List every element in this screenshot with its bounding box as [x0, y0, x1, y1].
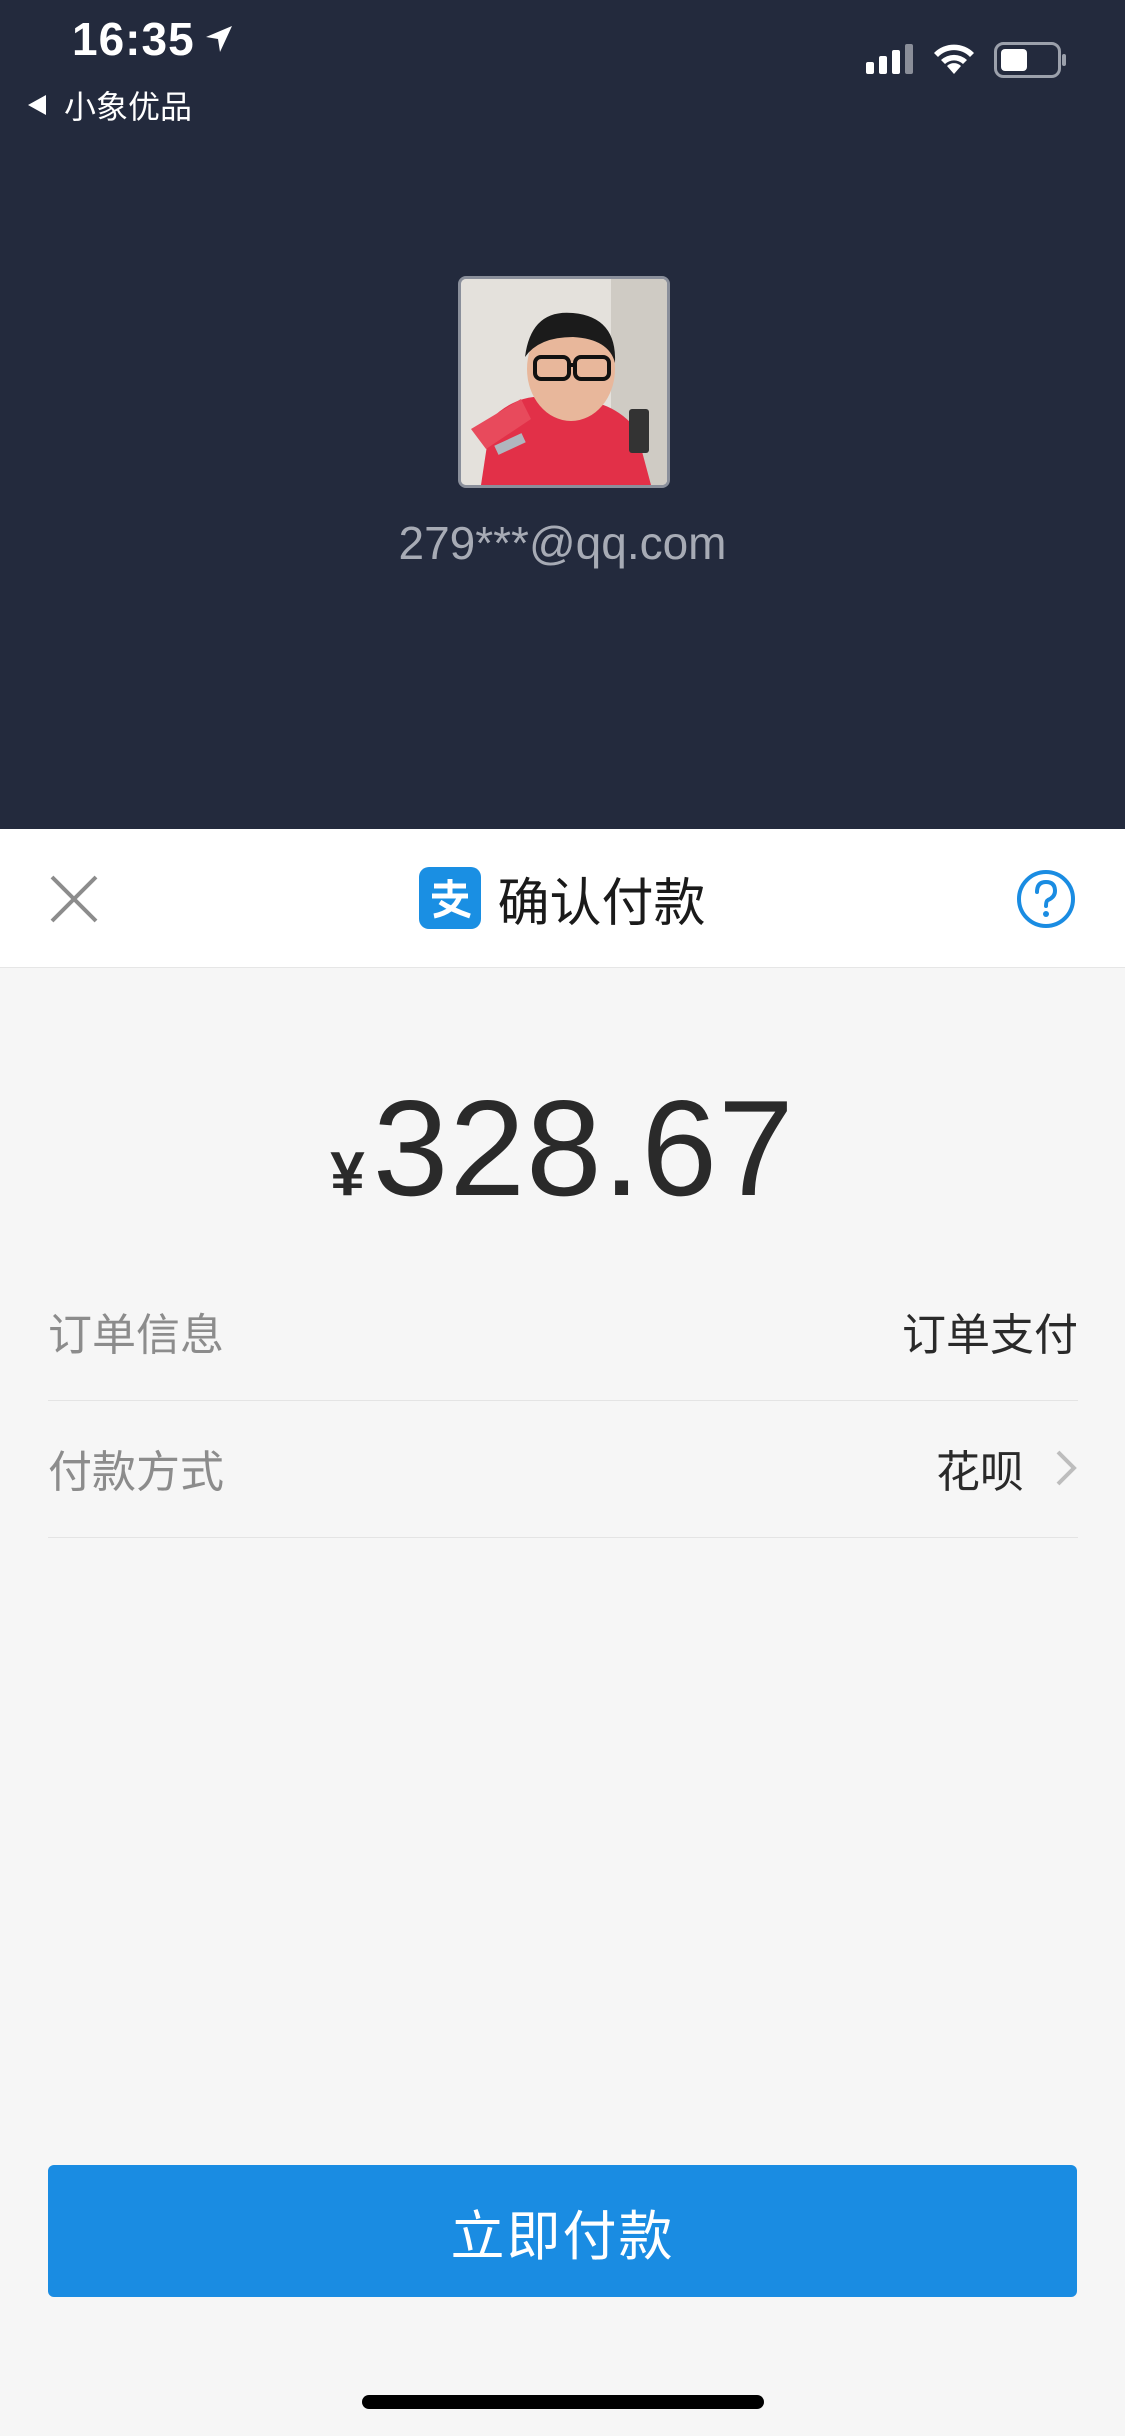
payment-method-value: 花呗: [936, 1448, 1024, 1497]
account-header: 16:35 小象优品 279***@qq.com: [0, 0, 1125, 829]
home-indicator[interactable]: [362, 2395, 764, 2409]
pay-now-button[interactable]: 立即付款: [48, 2165, 1077, 2297]
avatar: [458, 276, 670, 488]
avatar-image: [461, 279, 667, 485]
alipay-logo-icon: [419, 867, 482, 929]
back-app-label: 小象优品: [64, 89, 193, 125]
amount-value: 328.67: [372, 1072, 795, 1224]
wifi-icon: [934, 44, 974, 74]
status-time: 16:35: [72, 13, 195, 65]
back-triangle-icon: [28, 95, 46, 115]
payment-amount: ¥328.67: [0, 1070, 1125, 1226]
currency-symbol: ¥: [330, 1140, 365, 1209]
sheet-title-group: 确认付款: [0, 829, 1125, 967]
order-info-value: 订单支付: [902, 1311, 1078, 1360]
order-info-row: 订单信息 订单支付: [48, 1262, 1078, 1401]
payment-method-label: 付款方式: [48, 1448, 224, 1497]
payment-sheet-header: 确认付款: [0, 829, 1125, 968]
chevron-right-icon: [1056, 1450, 1077, 1486]
account-email: 279***@qq.com: [398, 517, 727, 569]
help-icon[interactable]: [1016, 869, 1076, 929]
sheet-title: 确认付款: [497, 874, 706, 933]
order-info-label: 订单信息: [48, 1311, 224, 1360]
back-to-app-link[interactable]: 小象优品: [28, 82, 192, 128]
payment-method-value-group: 花呗: [936, 1436, 1078, 1500]
location-arrow-icon: [206, 26, 232, 52]
battery-icon: [994, 42, 1066, 78]
payment-method-row[interactable]: 付款方式 花呗: [48, 1399, 1078, 1538]
signal-icon: [866, 44, 913, 74]
